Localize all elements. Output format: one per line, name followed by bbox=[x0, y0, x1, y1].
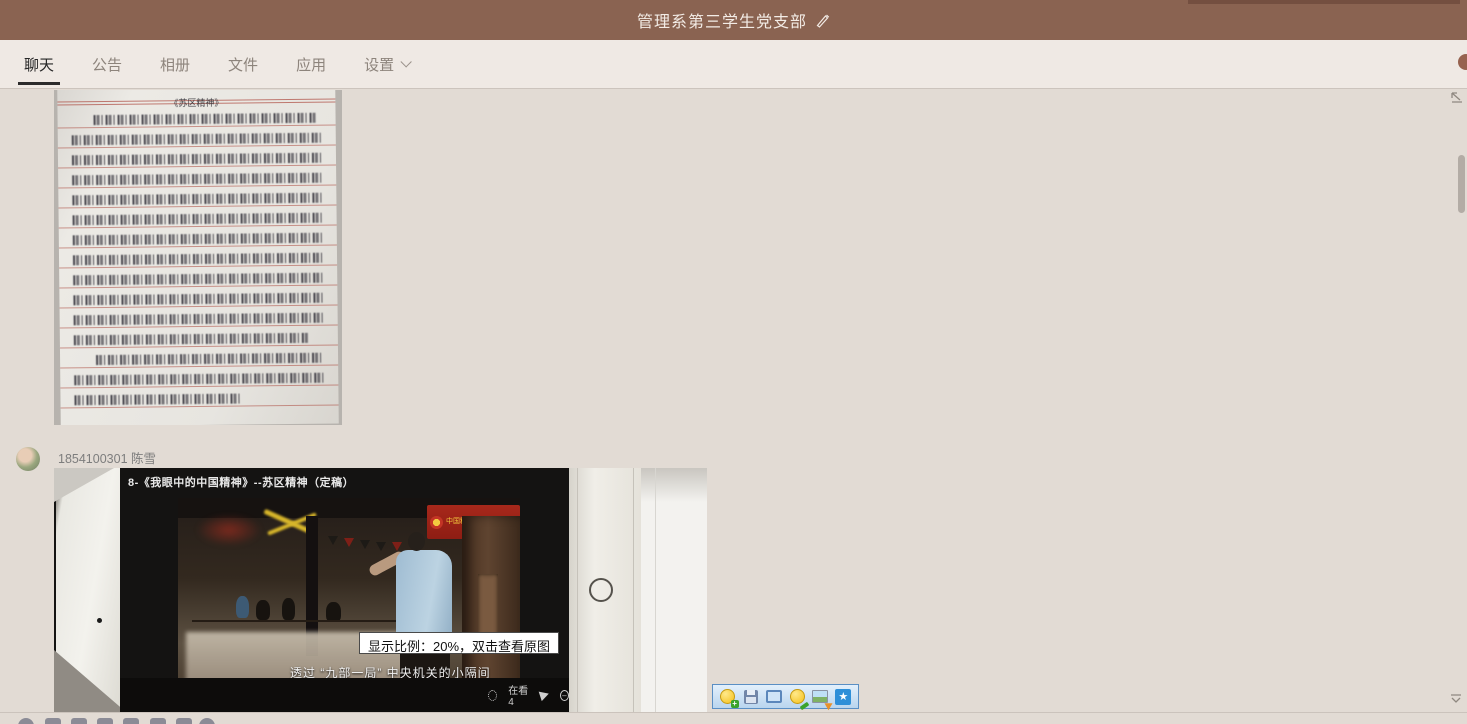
tab-album-label: 相册 bbox=[160, 54, 190, 75]
tab-files[interactable]: 文件 bbox=[218, 40, 268, 88]
tablet-video-photo[interactable]: 8-《我眼中的中国精神》--苏区精神（定稿） 中国精神 bbox=[54, 468, 707, 712]
monitor-icon bbox=[766, 690, 782, 703]
video-control-bar: 在看4 – bbox=[120, 678, 569, 712]
share-arrow-icon bbox=[538, 689, 550, 701]
tool-button-partial[interactable] bbox=[176, 718, 192, 724]
smiley-icon bbox=[790, 689, 805, 704]
screenshot-button-partial[interactable] bbox=[71, 718, 87, 724]
chat-message-area: 《苏区精神》 1 bbox=[0, 89, 1467, 712]
image-hover-toolbar: + ★ bbox=[712, 684, 859, 709]
gear-icon bbox=[488, 690, 497, 701]
tablet-home-button bbox=[589, 578, 613, 602]
tab-announcements-label: 公告 bbox=[92, 54, 122, 75]
floppy-disk-icon bbox=[744, 690, 758, 704]
zoom-ratio-tooltip: 显示比例：20%，双击查看原图 bbox=[359, 632, 559, 654]
save-as-button[interactable] bbox=[741, 687, 761, 707]
tab-apps-label: 应用 bbox=[296, 54, 326, 75]
chat-input-toolbar-clipped bbox=[0, 712, 1467, 724]
essay-title: 《苏区精神》 bbox=[57, 95, 335, 111]
tab-announcements[interactable]: 公告 bbox=[82, 40, 132, 88]
edit-emoticon-button[interactable] bbox=[787, 687, 807, 707]
history-button-partial[interactable] bbox=[199, 718, 215, 724]
group-title: 管理系第三学生党支部 bbox=[637, 8, 807, 32]
add-emoticon-button[interactable]: + bbox=[718, 687, 738, 707]
presenter-head bbox=[408, 532, 425, 551]
tablet-camera-dot bbox=[97, 618, 102, 623]
image-button-partial[interactable] bbox=[45, 718, 61, 724]
party-emblem-icon bbox=[430, 516, 443, 529]
scroll-to-bottom-icon[interactable] bbox=[1449, 693, 1463, 706]
view-on-screen-button[interactable] bbox=[764, 687, 784, 707]
tab-settings-label: 设置 bbox=[364, 54, 394, 75]
folder-button-partial[interactable] bbox=[150, 718, 166, 724]
edit-title-icon[interactable] bbox=[815, 13, 830, 28]
scroll-to-top-icon[interactable] bbox=[1450, 91, 1464, 104]
more-circle-icon: – bbox=[560, 690, 569, 701]
sender-avatar[interactable] bbox=[16, 447, 40, 471]
watching-count: 在看4 bbox=[508, 682, 529, 708]
emoji-button-partial[interactable] bbox=[18, 718, 34, 724]
tablet-right-bezel bbox=[569, 468, 641, 712]
tab-album[interactable]: 相册 bbox=[150, 40, 200, 88]
favorite-button[interactable]: ★ bbox=[833, 687, 853, 707]
handwritten-essay-photo[interactable]: 《苏区精神》 bbox=[54, 90, 342, 425]
star-icon: ★ bbox=[835, 689, 851, 705]
member-avatar-partial[interactable] bbox=[1458, 54, 1467, 70]
tab-apps[interactable]: 应用 bbox=[286, 40, 336, 88]
background-wall bbox=[641, 468, 707, 712]
window-titlebar: 管理系第三学生党支部 bbox=[0, 0, 1467, 40]
scrollbar-thumb[interactable] bbox=[1458, 155, 1465, 213]
extract-forward-image-button[interactable] bbox=[810, 687, 830, 707]
chevron-down-icon bbox=[401, 56, 412, 67]
picture-button-partial[interactable] bbox=[123, 718, 139, 724]
plus-icon: + bbox=[731, 700, 739, 708]
tab-chat[interactable]: 聊天 bbox=[14, 40, 64, 88]
file-button-partial[interactable] bbox=[97, 718, 113, 724]
tab-settings[interactable]: 设置 bbox=[354, 40, 418, 88]
sender-name: 1854100301 陈雪 bbox=[58, 448, 156, 467]
essay-paper: 《苏区精神》 bbox=[57, 90, 339, 425]
group-tabbar: 聊天 公告 相册 文件 应用 设置 bbox=[0, 40, 1467, 89]
tab-chat-label: 聊天 bbox=[24, 54, 54, 75]
tab-files-label: 文件 bbox=[228, 54, 258, 75]
titlebar-shadow-strip bbox=[1188, 0, 1460, 4]
video-title-text: 8-《我眼中的中国精神》--苏区精神（定稿） bbox=[128, 474, 354, 490]
